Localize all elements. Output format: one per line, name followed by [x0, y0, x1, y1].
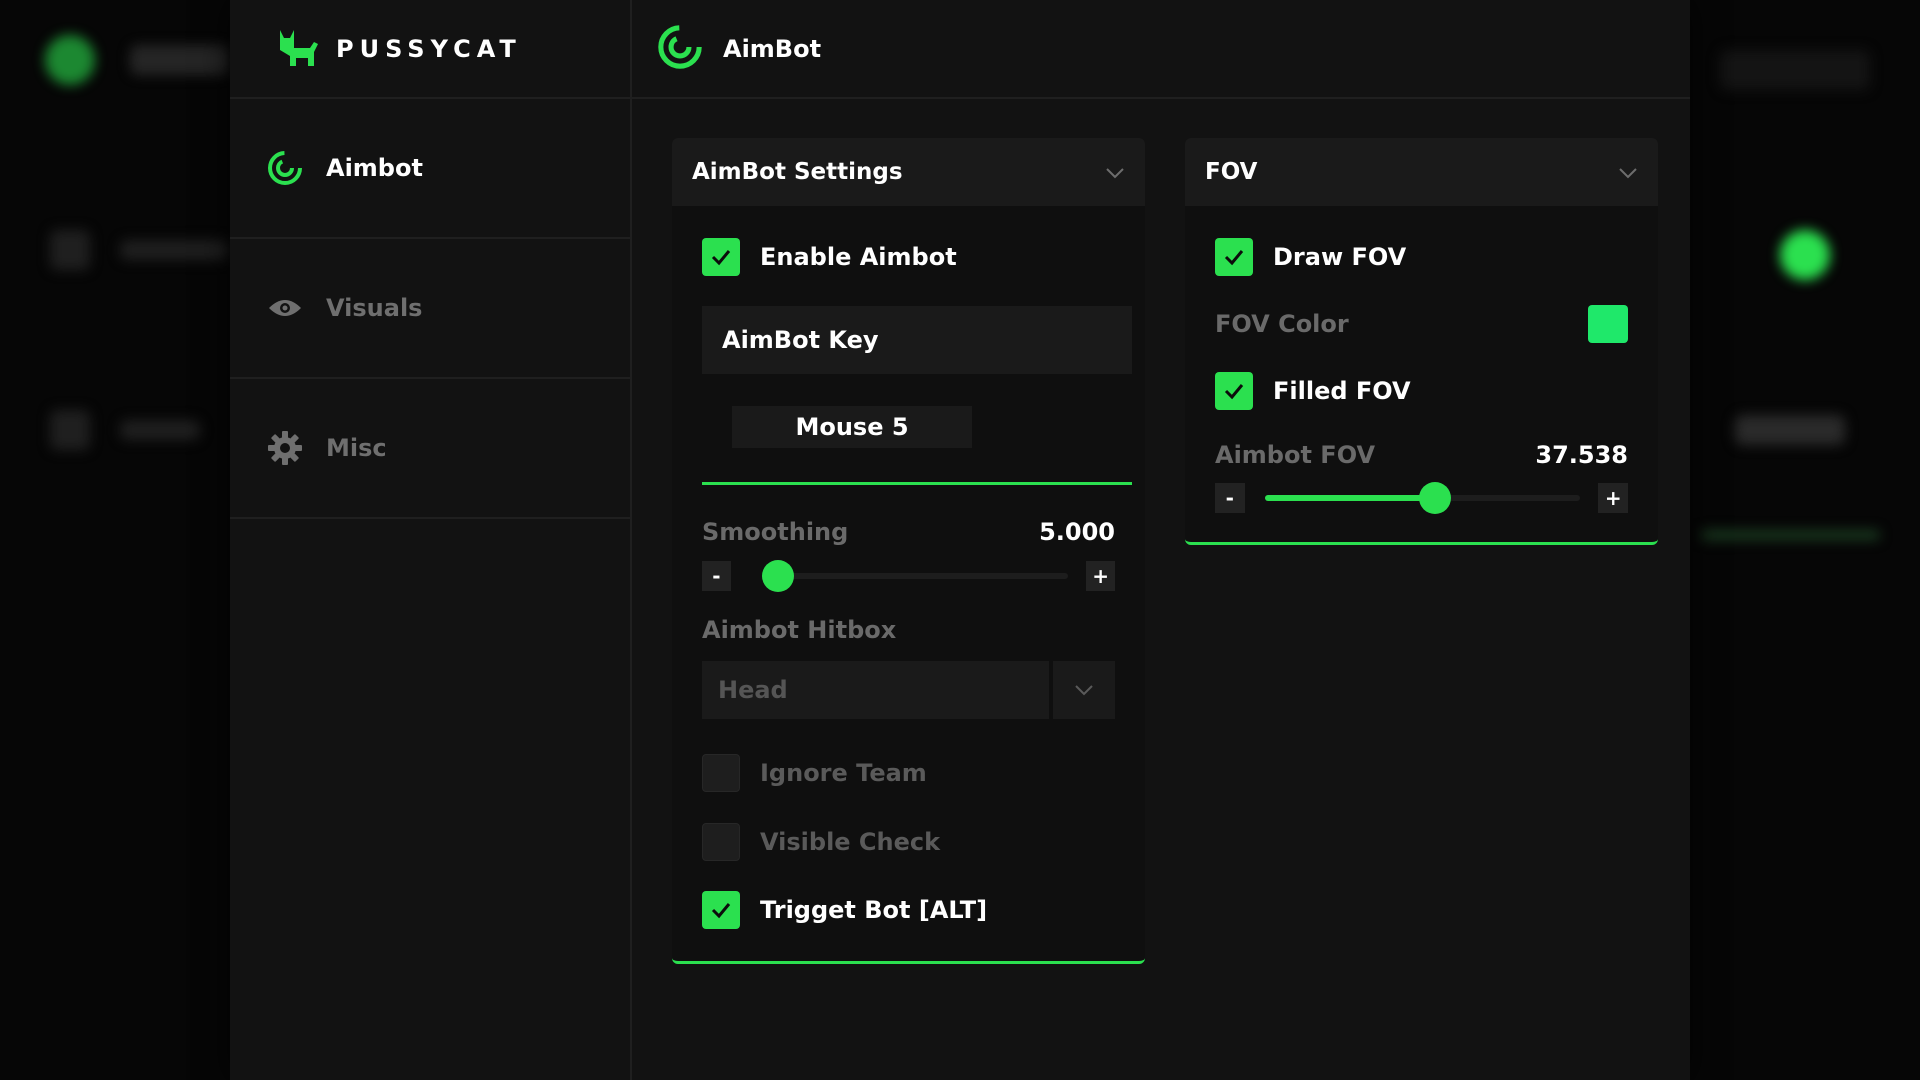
aimbot-fov-increase-button[interactable]: +	[1598, 483, 1629, 513]
aimbot-key-button[interactable]: Mouse 5	[732, 406, 972, 448]
smoothing-decrease-button[interactable]: -	[702, 561, 731, 591]
panel-title: AimBot Settings	[692, 159, 903, 185]
eye-icon	[266, 289, 304, 327]
aimbot-radar-icon	[266, 149, 304, 187]
cat-logo-icon	[274, 26, 320, 72]
smoothing-slider-row: - +	[702, 560, 1115, 592]
page-title: AimBot	[723, 34, 822, 63]
hitbox-select[interactable]: Head	[702, 661, 1115, 719]
chevron-down-icon[interactable]	[1053, 661, 1115, 719]
trigger-bot-label: Trigget Bot [ALT]	[760, 896, 988, 924]
fov-color-row: FOV Color	[1215, 305, 1628, 343]
enable-aimbot-label: Enable Aimbot	[760, 243, 957, 271]
header: AimBot	[632, 0, 1690, 99]
sidebar-item-visuals[interactable]: Visuals	[230, 239, 630, 379]
aimbot-fov-slider-thumb[interactable]	[1419, 482, 1452, 514]
smoothing-slider-thumb[interactable]	[762, 560, 795, 592]
aimbot-key-label: AimBot Key	[722, 326, 879, 354]
aimbot-fov-value: 37.538	[1535, 441, 1628, 469]
smoothing-label: Smoothing	[702, 518, 849, 546]
fov-panel-header[interactable]: FOV	[1185, 138, 1658, 206]
brand-name: PUSSYCAT	[336, 34, 522, 63]
aimbot-fov-slider[interactable]	[1264, 482, 1581, 514]
panel-title: FOV	[1205, 159, 1258, 185]
sidebar-item-misc[interactable]: Misc	[230, 379, 630, 519]
fov-color-swatch[interactable]	[1588, 305, 1628, 343]
divider	[702, 482, 1132, 485]
smoothing-row: Smoothing 5.000	[702, 518, 1115, 546]
hitbox-select-value: Head	[702, 661, 1049, 719]
aimbot-settings-panel: AimBot Settings Enable Aimbot AimBot Key…	[672, 138, 1145, 964]
enable-aimbot-checkbox[interactable]	[702, 238, 740, 276]
chevron-down-icon[interactable]	[1105, 160, 1125, 184]
chevron-down-icon[interactable]	[1618, 160, 1638, 184]
ignore-team-checkbox[interactable]	[702, 754, 740, 792]
ignore-team-label: Ignore Team	[760, 759, 927, 787]
smoothing-slider[interactable]	[762, 560, 1069, 592]
aimbot-fov-label: Aimbot FOV	[1215, 441, 1376, 469]
fov-panel: FOV Draw FOV FOV Color Filled FOV Aimbot…	[1185, 138, 1658, 545]
main-window: PUSSYCAT Aimbot Visuals Misc AimBot AimB…	[230, 0, 1690, 1080]
trigger-bot-row: Trigget Bot [ALT]	[702, 891, 1115, 929]
draw-fov-checkbox[interactable]	[1215, 238, 1253, 276]
aimbot-settings-header[interactable]: AimBot Settings	[672, 138, 1145, 206]
aimbot-fov-slider-row: - +	[1215, 482, 1629, 514]
draw-fov-row: Draw FOV	[1215, 238, 1628, 276]
filled-fov-label: Filled FOV	[1273, 377, 1411, 405]
trigger-bot-checkbox[interactable]	[702, 891, 740, 929]
gear-icon	[266, 429, 304, 467]
filled-fov-row: Filled FOV	[1215, 372, 1628, 410]
visible-check-checkbox[interactable]	[702, 823, 740, 861]
aimbot-radar-icon	[657, 24, 703, 74]
draw-fov-label: Draw FOV	[1273, 243, 1407, 271]
filled-fov-checkbox[interactable]	[1215, 372, 1253, 410]
main-content: AimBot AimBot Settings Enable Aimbot Aim…	[632, 0, 1690, 1080]
hitbox-label: Aimbot Hitbox	[702, 616, 897, 644]
enable-aimbot-row: Enable Aimbot	[702, 238, 1115, 276]
hitbox-label-row: Aimbot Hitbox	[702, 616, 1115, 644]
visible-check-row: Visible Check	[702, 823, 1115, 861]
sidebar-item-label: Visuals	[326, 294, 423, 322]
sidebar-item-label: Misc	[326, 434, 387, 462]
ignore-team-row: Ignore Team	[702, 754, 1115, 792]
aimbot-fov-row: Aimbot FOV 37.538	[1215, 441, 1628, 469]
aimbot-fov-decrease-button[interactable]: -	[1215, 483, 1245, 513]
sidebar: PUSSYCAT Aimbot Visuals Misc	[230, 0, 632, 1080]
aimbot-key-section: AimBot Key	[702, 306, 1132, 374]
brand: PUSSYCAT	[230, 0, 630, 99]
sidebar-item-aimbot[interactable]: Aimbot	[230, 99, 630, 239]
sidebar-item-label: Aimbot	[326, 154, 423, 182]
smoothing-increase-button[interactable]: +	[1086, 561, 1115, 591]
aimbot-fov-slider-fill	[1264, 495, 1436, 501]
fov-color-label: FOV Color	[1215, 310, 1349, 338]
visible-check-label: Visible Check	[760, 828, 941, 856]
smoothing-value: 5.000	[1039, 518, 1115, 546]
